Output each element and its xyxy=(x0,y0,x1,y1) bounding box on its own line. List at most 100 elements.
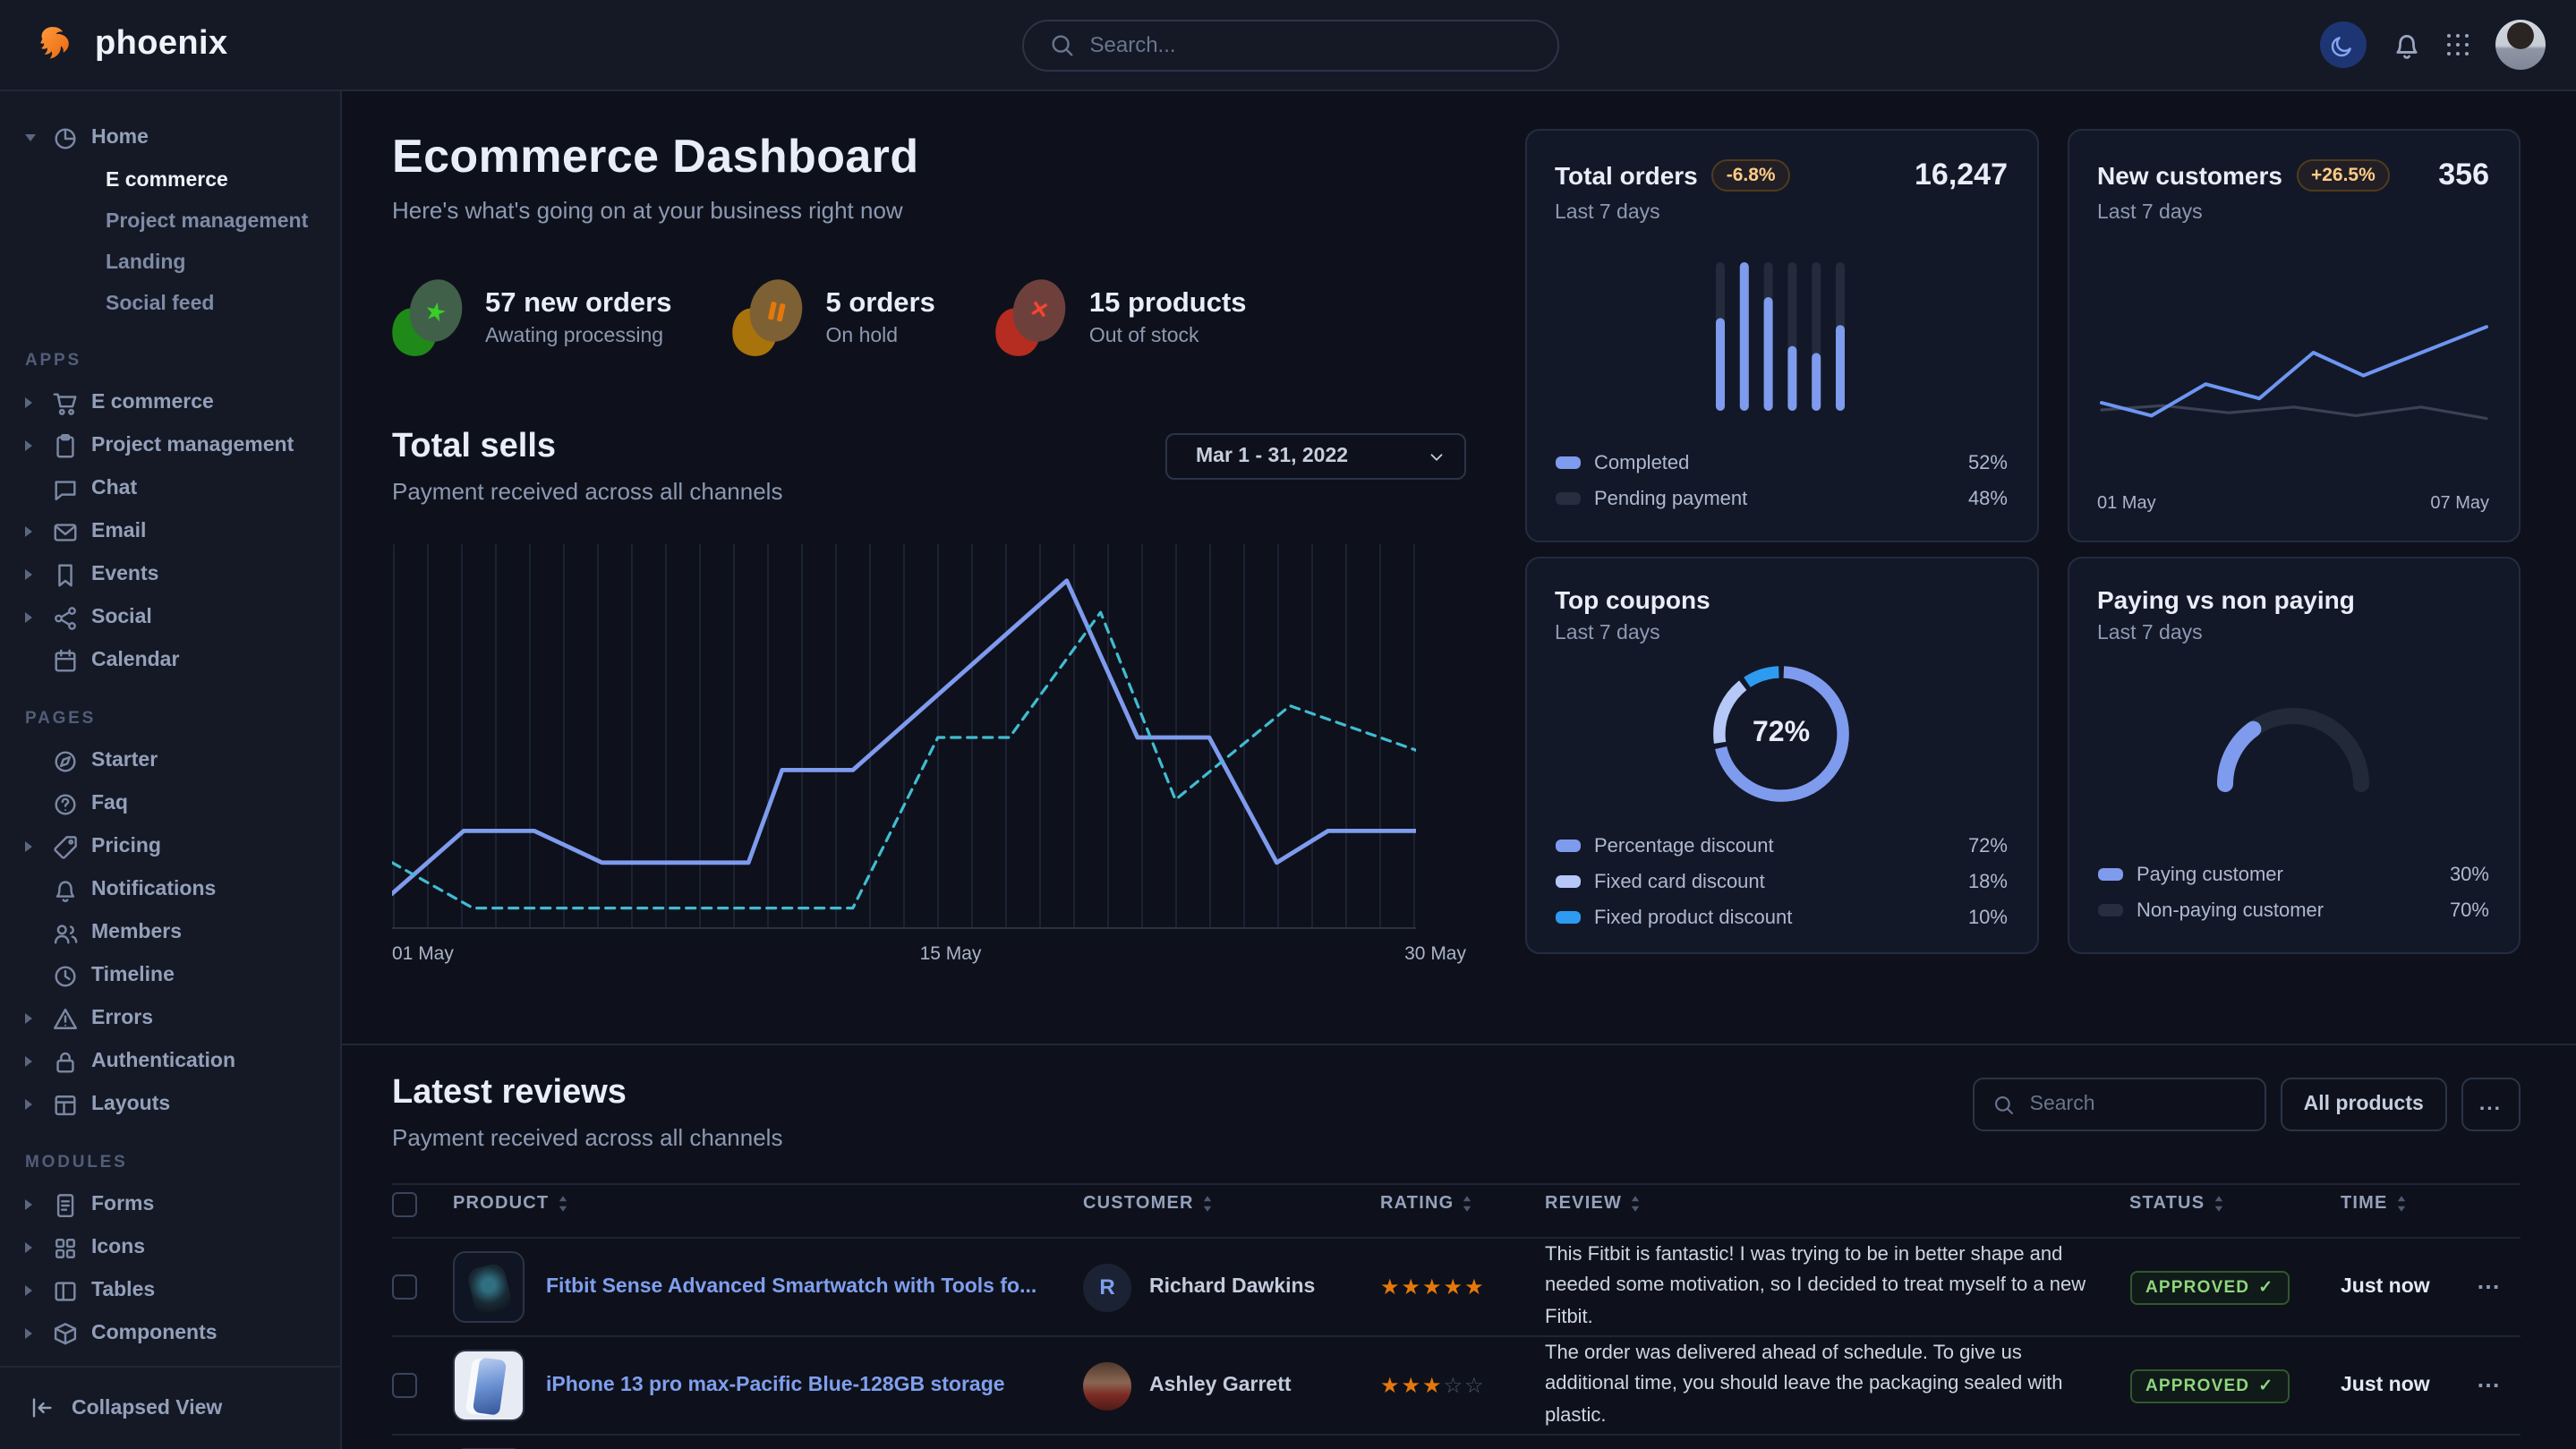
sidebar-item-home[interactable]: Home xyxy=(25,116,329,159)
sidebar-item-label: Notifications xyxy=(91,879,216,900)
reviews-search-input[interactable]: Search xyxy=(1973,1078,2266,1131)
product-thumbnail[interactable] xyxy=(453,1251,525,1323)
legend-value: 70% xyxy=(2450,899,2489,921)
column-header-product[interactable]: PRODUCT xyxy=(453,1195,1083,1215)
stat-label: Out of stock xyxy=(1089,325,1247,346)
users-icon xyxy=(52,919,79,946)
sidebar-item-faq[interactable]: Faq xyxy=(25,782,329,825)
row-checkbox[interactable] xyxy=(392,1274,417,1300)
sidebar-item-label: Authentication xyxy=(91,1051,235,1072)
sidebar-item-members[interactable]: Members xyxy=(25,911,329,954)
row-menu-button[interactable]: ⋯ xyxy=(2477,1273,2520,1301)
coupons-legend: Percentage discount72%Fixed card discoun… xyxy=(1555,831,2008,933)
column-header-customer[interactable]: CUSTOMER xyxy=(1083,1195,1380,1215)
phoenix-logo-icon xyxy=(36,22,81,67)
sidebar-item-label: Icons xyxy=(91,1237,145,1258)
customer-name: Ashley Garrett xyxy=(1149,1375,1292,1396)
sidebar-subitem-landing[interactable]: Landing xyxy=(25,242,329,283)
column-header-status[interactable]: STATUS xyxy=(2129,1195,2341,1215)
sidebar-item-layouts[interactable]: Layouts xyxy=(25,1083,329,1126)
search-placeholder: Search xyxy=(2030,1094,2095,1115)
column-header-review[interactable]: REVIEW xyxy=(1545,1195,2129,1215)
collapsed-view-label: Collapsed View xyxy=(72,1397,222,1419)
sidebar-item-project-management[interactable]: Project management xyxy=(25,424,329,467)
sidebar-item-notifications[interactable]: Notifications xyxy=(25,868,329,911)
x-label: 01 May xyxy=(392,943,454,965)
stat-label: On hold xyxy=(826,325,935,346)
theme-toggle-button[interactable] xyxy=(2319,21,2366,68)
stat-label: Awating processing xyxy=(485,325,672,346)
sidebar-item-email[interactable]: Email xyxy=(25,510,329,553)
trend-badge: +26.5% xyxy=(2297,159,2390,192)
sidebar-item-calendar[interactable]: Calendar xyxy=(25,639,329,682)
sidebar-item-authentication[interactable]: Authentication xyxy=(25,1040,329,1083)
sidebar-item-forms[interactable]: Forms xyxy=(25,1183,329,1226)
trend-badge: -6.8% xyxy=(1712,159,1790,192)
total-sells-header: Total sells Payment received across all … xyxy=(392,428,1466,505)
product-link[interactable]: iPhone 13 pro max-Pacific Blue-128GB sto… xyxy=(546,1375,1005,1396)
row-menu-button[interactable]: ⋯ xyxy=(2477,1371,2520,1400)
legend-label: Fixed product discount xyxy=(1594,907,1792,928)
chevron-right-icon xyxy=(25,440,39,451)
card-period: Last 7 days xyxy=(2097,623,2489,644)
x-label: 30 May xyxy=(1404,943,1466,965)
sidebar-item-timeline[interactable]: Timeline xyxy=(25,954,329,997)
clipboard-icon xyxy=(52,432,79,459)
sidebar-item-label: Members xyxy=(91,922,182,943)
column-label: CUSTOMER xyxy=(1083,1195,1194,1215)
product-thumbnail[interactable] xyxy=(453,1350,525,1421)
sidebar-item-label: Errors xyxy=(91,1008,153,1029)
envelope-icon xyxy=(52,518,79,545)
status-badge: APPROVED ✓ xyxy=(2129,1271,2290,1305)
more-options-button[interactable]: ... xyxy=(2461,1078,2520,1131)
legend-value: 18% xyxy=(1968,871,2008,892)
collapsed-view-button[interactable]: Collapsed View xyxy=(0,1365,340,1449)
check-icon: ✓ xyxy=(2258,1377,2273,1396)
chevron-right-icon xyxy=(25,526,39,537)
apps-grid-button[interactable] xyxy=(2446,33,2469,56)
legend-swatch xyxy=(1555,875,1580,888)
sidebar-item-components[interactable]: Components xyxy=(25,1312,329,1355)
sidebar-subitem-project-management[interactable]: Project management xyxy=(25,200,329,242)
sidebar-subitem-social-feed[interactable]: Social feed xyxy=(25,283,329,324)
card-title: Paying vs non paying xyxy=(2097,585,2355,614)
card-title: Top coupons xyxy=(1555,585,1710,614)
notifications-button[interactable] xyxy=(2391,30,2421,60)
sidebar-item-label: Timeline xyxy=(91,965,175,986)
chevron-right-icon xyxy=(25,612,39,623)
legend-label: Paying customer xyxy=(2137,864,2283,885)
card-value: 16,247 xyxy=(1915,158,2008,193)
user-avatar[interactable] xyxy=(2495,20,2545,70)
sidebar-item-e-commerce[interactable]: E commerce xyxy=(25,381,329,424)
sidebar-item-social[interactable]: Social xyxy=(25,596,329,639)
brand[interactable]: phoenix xyxy=(36,22,340,67)
sidebar-item-pricing[interactable]: Pricing xyxy=(25,825,329,868)
sidebar-item-tables[interactable]: Tables xyxy=(25,1269,329,1312)
global-search-input[interactable]: Search... xyxy=(1022,19,1559,71)
select-all-checkbox[interactable] xyxy=(392,1192,417,1217)
row-checkbox[interactable] xyxy=(392,1373,417,1398)
sidebar-item-starter[interactable]: Starter xyxy=(25,739,329,782)
sidebar-item-chat[interactable]: Chat xyxy=(25,467,329,510)
column-header-rating[interactable]: RATING xyxy=(1380,1195,1545,1215)
sidebar-item-errors[interactable]: Errors xyxy=(25,997,329,1040)
rating-stars: ★★★★★ xyxy=(1380,1274,1545,1300)
app-window: phoenix Search... HomeE commerceProject … xyxy=(0,0,2576,1449)
sidebar-item-label: Starter xyxy=(91,750,158,771)
share-icon xyxy=(52,604,79,631)
sidebar-item-events[interactable]: Events xyxy=(25,553,329,596)
chevron-right-icon xyxy=(25,1328,39,1339)
date-range-select[interactable]: Mar 1 - 31, 2022 xyxy=(1165,433,1466,480)
column-header-time[interactable]: TIME xyxy=(2341,1195,2477,1215)
product-link[interactable]: Fitbit Sense Advanced Smartwatch with To… xyxy=(546,1276,1036,1298)
sidebar-item-label: Project management xyxy=(91,435,294,456)
sidebar-item-icons[interactable]: Icons xyxy=(25,1226,329,1269)
sidebar-item-label: Pricing xyxy=(91,836,161,857)
sidebar-item-label: Layouts xyxy=(91,1094,170,1115)
sidebar-subitem-e-commerce[interactable]: E commerce xyxy=(25,159,329,200)
chat-icon xyxy=(52,475,79,502)
stat-value: 5 orders xyxy=(826,287,935,320)
all-products-button[interactable]: All products xyxy=(2281,1078,2447,1131)
total-sells-chart xyxy=(392,544,1416,929)
legend-label: Non-paying customer xyxy=(2137,899,2324,921)
